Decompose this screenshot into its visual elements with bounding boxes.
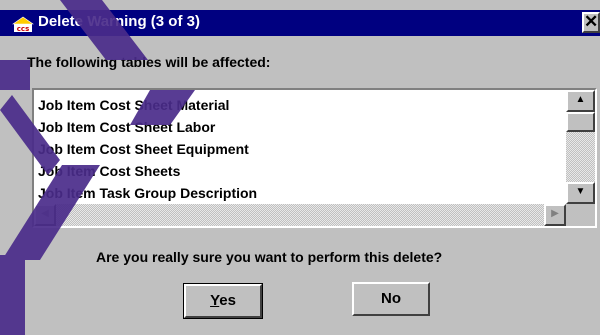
list-item[interactable]: Job Item Cost Sheet Equipment	[34, 138, 566, 160]
close-icon: ✕	[584, 12, 599, 31]
title-bar[interactable]: ccs Delete Warning (3 of 3) ✕	[0, 10, 600, 36]
confirm-question: Are you really sure you want to perform …	[96, 249, 443, 265]
window-title: Delete Warning (3 of 3)	[38, 13, 200, 30]
ccs-app-icon: ccs	[10, 15, 36, 33]
yes-mnemonic: Y	[210, 292, 220, 309]
yes-button[interactable]: Yes	[183, 283, 263, 319]
arrow-left-icon: ◀	[41, 208, 49, 219]
arrow-up-icon: ▲	[575, 94, 586, 105]
arrow-down-icon: ▼	[575, 186, 586, 197]
close-button[interactable]: ✕	[582, 12, 600, 33]
horizontal-scrollbar[interactable]: ◀ ▶	[34, 204, 566, 226]
list-content: Job Item Cost Sheet Material Job Item Co…	[34, 90, 566, 204]
list-item[interactable]: Job Item Task Group Description	[34, 182, 566, 204]
arrow-right-icon: ▶	[551, 208, 559, 219]
no-button[interactable]: No	[352, 282, 430, 316]
scrollbar-corner	[566, 204, 595, 226]
delete-warning-dialog: ccs Delete Warning (3 of 3) ✕ The follow…	[0, 0, 600, 335]
scroll-up-button[interactable]: ▲	[566, 90, 595, 112]
no-button-label: No	[381, 290, 401, 307]
svg-text:ccs: ccs	[17, 25, 29, 33]
scroll-down-button[interactable]: ▼	[566, 182, 595, 204]
list-item[interactable]: Job Item Cost Sheet Material	[34, 94, 566, 116]
affected-tables-listbox[interactable]: Job Item Cost Sheet Material Job Item Co…	[32, 88, 597, 228]
scroll-left-button[interactable]: ◀	[34, 204, 56, 226]
vertical-scroll-thumb[interactable]	[566, 112, 595, 132]
vertical-scrollbar[interactable]: ▲ ▼	[566, 90, 595, 204]
scroll-right-button[interactable]: ▶	[544, 204, 566, 226]
affected-tables-message: The following tables will be affected:	[27, 54, 271, 70]
list-item[interactable]: Job Item Cost Sheets	[34, 160, 566, 182]
list-item[interactable]: Job Item Cost Sheet Labor	[34, 116, 566, 138]
yes-button-label: Yes	[210, 292, 236, 309]
yes-label-rest: es	[219, 292, 236, 309]
